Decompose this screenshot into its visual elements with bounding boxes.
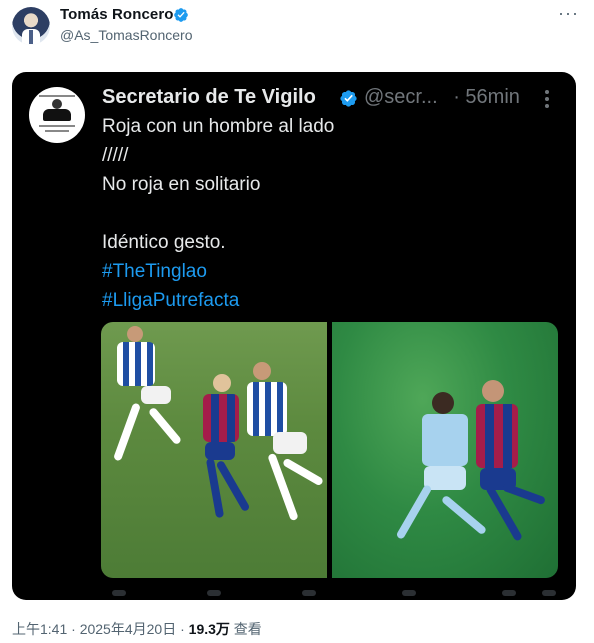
player-shirt <box>203 394 239 442</box>
like-icon[interactable] <box>302 590 316 596</box>
quoted-author-handle[interactable]: @secr... · 56min <box>364 86 520 109</box>
player-shirt <box>476 404 518 468</box>
action-bar <box>112 588 562 600</box>
post-meta: 上午1:41 · 2025年4月20日 · 19.3万 查看 <box>12 619 262 639</box>
player-leg <box>147 406 183 446</box>
meta-separator: · <box>67 621 80 637</box>
avatar-tie <box>29 30 33 44</box>
views-count: 19.3万 <box>188 621 230 637</box>
avatar-figure-head <box>52 99 62 109</box>
hashtag-link[interactable]: #LligaPutrefacta <box>102 290 239 312</box>
repost-icon[interactable] <box>207 590 221 596</box>
player-shirt <box>247 382 287 436</box>
post-time[interactable]: 上午1:41 <box>12 621 67 637</box>
player-shorts <box>273 432 307 454</box>
quoted-post-time: · 56min <box>453 86 520 108</box>
avatar-figure-body <box>43 109 71 121</box>
quoted-author-name[interactable]: Secretario de Te Vigilo <box>102 86 316 109</box>
player-shorts <box>205 442 235 460</box>
bookmark-icon[interactable] <box>502 590 516 596</box>
player-leg <box>112 402 142 462</box>
reply-icon[interactable] <box>112 590 126 596</box>
player-leg <box>440 494 488 536</box>
author-avatar[interactable] <box>12 7 50 45</box>
views-label: 查看 <box>229 621 262 637</box>
views-icon[interactable] <box>402 590 416 596</box>
post-text-line: ///// <box>102 145 129 166</box>
player-shirt <box>117 342 155 386</box>
more-horizontal-icon[interactable]: ··· <box>558 4 578 24</box>
avatar-text-line <box>45 130 69 132</box>
quoted-handle-text: @secr... <box>364 86 438 108</box>
verified-badge-icon <box>174 8 188 22</box>
quoted-author-avatar[interactable] <box>29 87 85 143</box>
player-leg <box>395 484 433 540</box>
post-text-line: No roja en solitario <box>102 174 261 195</box>
more-vertical-icon[interactable] <box>540 88 554 110</box>
player-leg <box>501 482 547 506</box>
post-text-line: Roja con un hombre al lado <box>102 116 335 137</box>
player-head <box>213 374 231 392</box>
post-date[interactable]: 2025年4月20日 <box>80 621 177 637</box>
tweet-header: Tomás Roncero @As_TomasRoncero ··· <box>0 0 594 60</box>
meta-separator: · <box>176 621 189 637</box>
hashtag-link[interactable]: #TheTinglao <box>102 261 207 283</box>
author-handle[interactable]: @As_TomasRoncero <box>60 27 193 43</box>
player-shirt <box>422 414 468 466</box>
player-head <box>127 326 143 342</box>
player-shorts <box>141 386 171 404</box>
player-head <box>432 392 454 414</box>
verified-badge-icon <box>340 90 357 107</box>
author-name[interactable]: Tomás Roncero <box>60 6 174 23</box>
post-text-line: Idéntico gesto. <box>102 232 226 253</box>
share-icon[interactable] <box>542 590 556 596</box>
avatar-text-line <box>39 125 75 127</box>
match-photo-left[interactable] <box>101 322 327 578</box>
avatar-text-line <box>39 95 75 97</box>
quoted-post-card[interactable]: Secretario de Te Vigilo @secr... · 56min… <box>12 72 576 600</box>
player-leg <box>281 457 325 487</box>
match-photo-right[interactable] <box>332 322 558 578</box>
player-head <box>482 380 504 402</box>
player-head <box>253 362 271 380</box>
